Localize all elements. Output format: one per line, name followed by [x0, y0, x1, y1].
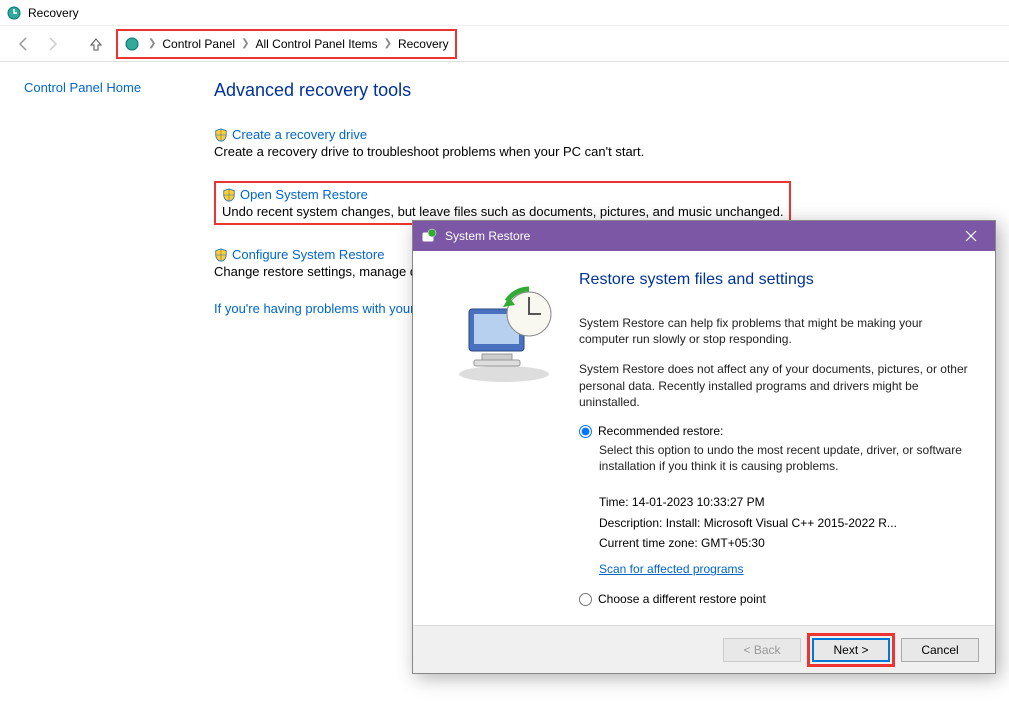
window-title: Recovery: [28, 6, 79, 20]
next-button-highlight: Next >: [807, 633, 895, 667]
tool-link[interactable]: Create a recovery drive: [232, 127, 367, 142]
radio-recommended[interactable]: [579, 425, 592, 438]
nav-up-button[interactable]: [86, 34, 106, 54]
shield-icon: [222, 188, 236, 202]
dialog-para1: System Restore can help fix problems tha…: [579, 315, 971, 347]
tool-link[interactable]: Configure System Restore: [232, 247, 384, 262]
breadcrumb-item[interactable]: All Control Panel Items: [256, 37, 378, 51]
page-heading: Advanced recovery tools: [214, 80, 985, 101]
shield-icon: [214, 248, 228, 262]
tool-desc: Create a recovery drive to troubleshoot …: [214, 144, 985, 159]
window-titlebar: Recovery: [0, 0, 1009, 26]
system-restore-dialog: System Restore Restore system files and …: [412, 220, 996, 674]
tool-open-system-restore: Open System Restore Undo recent system c…: [214, 181, 791, 225]
chevron-right-icon: ❯: [241, 38, 249, 49]
radio-recommended-label: Recommended restore:: [598, 424, 723, 438]
troubleshoot-link[interactable]: If you're having problems with your: [214, 301, 414, 316]
breadcrumb-icon: [124, 36, 140, 52]
breadcrumb-item[interactable]: Recovery: [398, 37, 449, 51]
tz-value: GMT+05:30: [701, 536, 765, 550]
radio-different-label: Choose a different restore point: [598, 592, 766, 606]
close-button[interactable]: [955, 226, 987, 246]
nav-bar: ❯ Control Panel ❯ All Control Panel Item…: [0, 26, 1009, 62]
nav-forward-button[interactable]: [42, 34, 62, 54]
restore-image: [429, 271, 579, 615]
cancel-button[interactable]: Cancel: [901, 638, 979, 662]
restore-icon: [421, 228, 437, 244]
back-button: < Back: [723, 638, 801, 662]
tool-create-recovery-drive: Create a recovery drive Create a recover…: [214, 127, 985, 159]
sidebar: Control Panel Home: [24, 80, 214, 316]
recovery-icon: [6, 5, 22, 21]
breadcrumb: ❯ Control Panel ❯ All Control Panel Item…: [116, 29, 457, 59]
tool-desc: Undo recent system changes, but leave fi…: [222, 204, 783, 219]
dialog-footer: < Back Next > Cancel: [413, 625, 995, 673]
next-button[interactable]: Next >: [812, 638, 890, 662]
time-label: Time:: [599, 495, 632, 509]
breadcrumb-item[interactable]: Control Panel: [162, 37, 235, 51]
tz-label: Current time zone:: [599, 536, 701, 550]
desc-label: Description:: [599, 516, 666, 530]
tool-link[interactable]: Open System Restore: [240, 187, 368, 202]
restore-info: Time: 14-01-2023 10:33:27 PM Description…: [599, 492, 971, 580]
radio-different[interactable]: [579, 593, 592, 606]
dialog-title: System Restore: [445, 229, 955, 243]
chevron-right-icon: ❯: [384, 38, 392, 49]
shield-icon: [214, 128, 228, 142]
dialog-para2: System Restore does not affect any of yo…: [579, 361, 971, 410]
nav-back-button[interactable]: [14, 34, 34, 54]
radio-recommended-desc: Select this option to undo the most rece…: [599, 442, 971, 474]
chevron-right-icon: ❯: [148, 38, 156, 49]
dialog-titlebar[interactable]: System Restore: [413, 221, 995, 251]
radio-group: Recommended restore: Select this option …: [579, 424, 971, 606]
control-panel-home-link[interactable]: Control Panel Home: [24, 80, 141, 95]
time-value: 14-01-2023 10:33:27 PM: [632, 495, 765, 509]
dialog-body: Restore system files and settings System…: [413, 251, 995, 625]
desc-value: Install: Microsoft Visual C++ 2015-2022 …: [666, 516, 897, 530]
dialog-content: Restore system files and settings System…: [579, 271, 971, 615]
scan-affected-link[interactable]: Scan for affected programs: [599, 562, 744, 576]
dialog-heading: Restore system files and settings: [579, 271, 971, 289]
